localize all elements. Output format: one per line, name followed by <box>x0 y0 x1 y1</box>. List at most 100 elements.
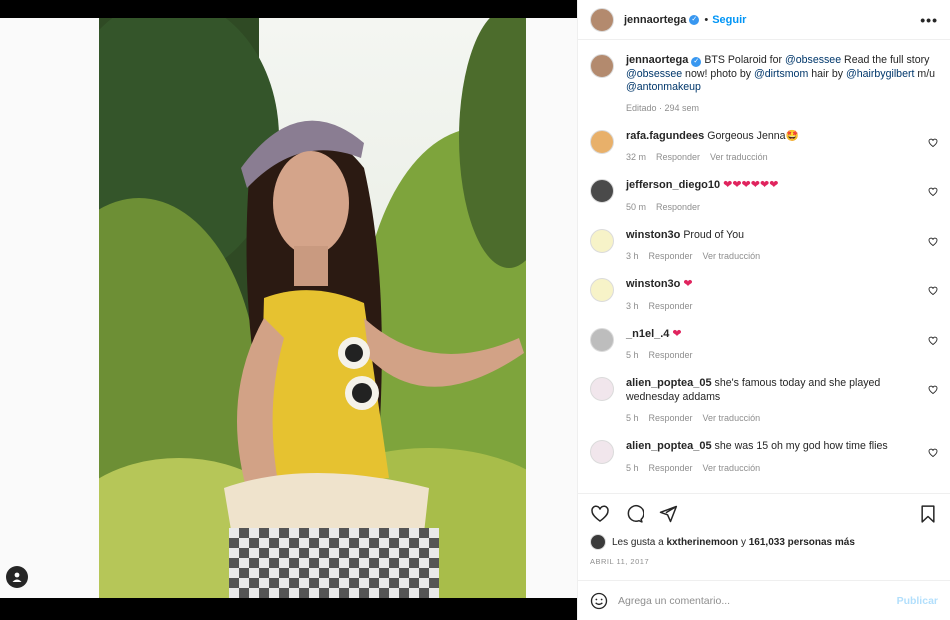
likes-summary: Les gusta a kxtherinemoon y 161,033 pers… <box>590 534 938 550</box>
commenter-username[interactable]: winston3o <box>626 278 680 290</box>
commenter-avatar[interactable] <box>590 377 614 401</box>
caption-mention-link[interactable]: @obsessee <box>785 54 841 66</box>
see-translation-button[interactable]: Ver traducción <box>703 463 761 473</box>
commenter-avatar[interactable] <box>590 440 614 464</box>
post-date[interactable]: ABRIL 11, 2017 <box>590 557 649 566</box>
caption-mention-link[interactable]: @dirtsmom <box>754 68 808 80</box>
comment-like-heart-icon[interactable] <box>928 448 938 458</box>
comments-list[interactable]: jennaortega ✓ BTS Polaroid for @obsessee … <box>578 40 950 492</box>
see-translation-button[interactable]: Ver traducción <box>703 251 761 261</box>
comment-body: _n1el_.4 ❤ 5 h Responder <box>626 328 938 361</box>
red-heart-emoji: ❤ <box>672 327 682 340</box>
add-comment-bar: Publicar <box>578 580 950 620</box>
comment-text-line: winston3o ❤ <box>626 278 914 292</box>
comment-item: alien_poptea_05 she's famous today and s… <box>590 377 938 423</box>
commenter-username[interactable]: _n1el_.4 <box>626 328 669 340</box>
comment-like-heart-icon[interactable] <box>928 385 938 395</box>
author-avatar[interactable] <box>590 7 614 32</box>
reply-button[interactable]: Responder <box>649 413 693 423</box>
caption-meta: Editado · 294 sem <box>626 102 700 113</box>
see-translation-button[interactable]: Ver traducción <box>703 413 761 423</box>
comment-item: rafa.fagundees Gorgeous Jenna🤩 32 m Respon… <box>590 129 938 163</box>
follow-button[interactable]: Seguir <box>712 14 746 26</box>
more-options-button[interactable]: ••• <box>920 12 938 28</box>
liker-username[interactable]: kxtherinemoon <box>666 537 738 548</box>
red-heart-emoji: ❤ <box>732 179 742 191</box>
comment-item: winston3o Proud of You 3 h Responder Ver tr… <box>590 228 938 262</box>
comment-text: she was 15 oh my god how time flies <box>714 440 888 452</box>
comment-icon[interactable] <box>624 504 644 524</box>
caption-text-segment: hair by <box>808 67 846 80</box>
comment-rows: rafa.fagundees Gorgeous Jenna🤩 32 m Respon… <box>590 129 938 473</box>
liker-avatar[interactable] <box>590 534 606 550</box>
post-caption: jennaortega ✓ BTS Polaroid for @obsessee … <box>590 54 938 113</box>
comment-input[interactable] <box>618 594 887 607</box>
red-heart-emoji: ❤ <box>750 179 760 191</box>
comment-time[interactable]: 5 h <box>626 413 639 423</box>
comment-time[interactable]: 5 h <box>626 350 639 360</box>
comment-time[interactable]: 3 h <box>626 251 639 261</box>
comment-like-heart-icon[interactable] <box>928 187 938 197</box>
action-bar <box>578 493 950 533</box>
reply-button[interactable]: Responder <box>649 301 693 311</box>
commenter-avatar[interactable] <box>590 129 614 154</box>
verified-badge-icon: ✓ <box>689 14 700 25</box>
comment-body: winston3o ❤ 3 h Responder <box>626 278 938 311</box>
publish-button[interactable]: Publicar <box>897 595 938 607</box>
comment-text-line: alien_poptea_05 she was 15 oh my god how… <box>626 440 914 454</box>
comment-item: winston3o ❤ 3 h Responder <box>590 278 938 311</box>
author-avatar[interactable] <box>590 54 614 78</box>
comment-time[interactable]: 5 h <box>626 463 639 473</box>
comment-time[interactable]: 50 m <box>626 202 646 212</box>
separator-dot: • <box>704 13 709 26</box>
caption-mention-link[interactable]: @antonmakeup <box>626 81 701 93</box>
post-photo[interactable] <box>99 18 526 598</box>
comment-like-heart-icon[interactable] <box>928 237 938 247</box>
reply-button[interactable]: Responder <box>649 251 693 261</box>
user-tag-icon[interactable] <box>6 566 28 588</box>
red-heart-emoji: ❤ <box>723 179 733 191</box>
likes-middle: y <box>738 536 749 548</box>
comment-body: winston3o Proud of You 3 h Responder Ver tr… <box>626 229 938 262</box>
comment-body: alien_poptea_05 she was 15 oh my god how… <box>626 440 938 473</box>
commenter-avatar[interactable] <box>590 278 614 302</box>
commenter-username[interactable]: rafa.fagundees <box>626 130 704 142</box>
commenter-avatar[interactable] <box>590 228 614 253</box>
share-icon[interactable] <box>658 504 678 524</box>
reply-button[interactable]: Responder <box>656 202 700 212</box>
caption-text-segment: Read the full story <box>841 54 930 66</box>
comment-text-line: alien_poptea_05 she's famous today and s… <box>626 377 914 404</box>
reply-button[interactable]: Responder <box>656 152 700 162</box>
comment-time[interactable]: 3 h <box>626 301 639 311</box>
comment-like-heart-icon[interactable] <box>928 138 938 148</box>
comment-like-heart-icon[interactable] <box>928 336 938 346</box>
heart-icon[interactable] <box>590 504 610 524</box>
commenter-username[interactable]: jefferson_diego10 <box>626 179 720 191</box>
bookmark-icon[interactable] <box>918 504 938 524</box>
commenter-username[interactable]: alien_poptea_05 <box>626 377 712 389</box>
red-heart-emoji: ❤ <box>683 278 693 290</box>
comment-text-line: _n1el_.4 ❤ <box>626 328 914 342</box>
reply-button[interactable]: Responder <box>649 350 693 360</box>
caption-text: jennaortega ✓ BTS Polaroid for @obsessee … <box>626 54 938 95</box>
caption-mention-link[interactable]: @hairbygilbert <box>846 68 914 80</box>
commenter-avatar[interactable] <box>590 327 614 352</box>
comment-item: jefferson_diego10 ❤❤❤❤❤❤ 50 m Responder <box>590 179 938 212</box>
caption-mention-link[interactable]: @obsessee <box>626 68 682 80</box>
caption-username[interactable]: jennaortega <box>626 54 688 66</box>
comment-time[interactable]: 32 m <box>626 152 646 162</box>
comment-meta: 32 m Responder Ver traducción <box>626 152 914 162</box>
comment-body: rafa.fagundees Gorgeous Jenna🤩 32 m Respon… <box>626 130 938 163</box>
author-username[interactable]: jennaortega <box>624 14 686 26</box>
reply-button[interactable]: Responder <box>649 463 693 473</box>
comment-meta: 3 h Responder Ver traducción <box>626 251 914 261</box>
emoji-icon[interactable] <box>590 592 608 610</box>
commenter-username[interactable]: alien_poptea_05 <box>626 440 712 452</box>
comment-text-line: winston3o Proud of You <box>626 229 914 243</box>
comment-like-heart-icon[interactable] <box>928 286 938 296</box>
commenter-username[interactable]: winston3o <box>626 229 680 241</box>
commenter-avatar[interactable] <box>590 179 614 203</box>
see-translation-button[interactable]: Ver traducción <box>710 152 768 162</box>
caption-text-segment: m/u <box>914 67 936 80</box>
likes-count[interactable]: 161,033 personas más <box>749 537 855 548</box>
